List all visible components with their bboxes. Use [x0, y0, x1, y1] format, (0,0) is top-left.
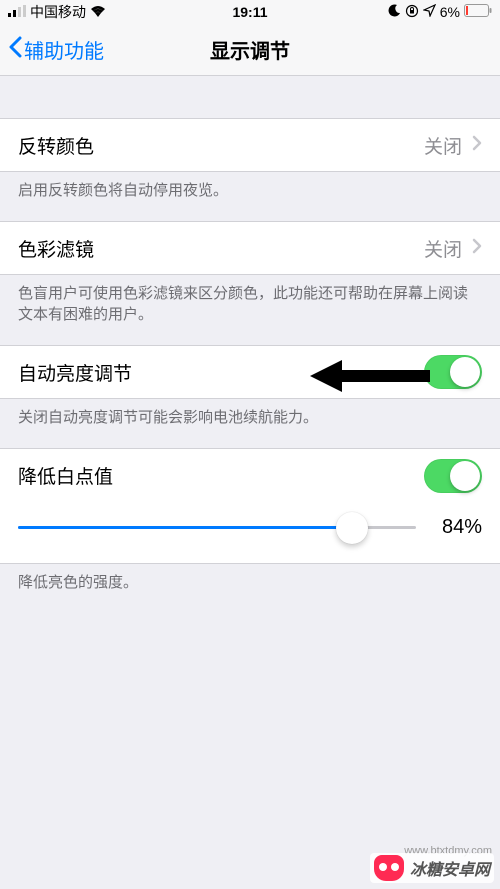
watermark-logo-icon: [374, 855, 404, 881]
nav-bar: 辅助功能 显示调节: [0, 24, 500, 76]
status-time: 19:11: [232, 4, 267, 20]
page-title: 显示调节: [210, 35, 290, 64]
cell-right: 关闭: [424, 235, 482, 262]
cell-label: 降低白点值: [18, 462, 113, 489]
row-invert-colors[interactable]: 反转颜色 关闭: [0, 118, 500, 172]
signal-icon: [8, 4, 26, 20]
back-label: 辅助功能: [24, 35, 104, 64]
lock-rotation-icon: [405, 4, 419, 21]
slider-value: 84%: [430, 516, 482, 539]
status-right: 6%: [388, 4, 492, 21]
battery-pct: 6%: [440, 4, 460, 20]
chevron-left-icon: [8, 36, 22, 64]
watermark: 冰糖安卓网: [370, 853, 494, 883]
white-point-toggle[interactable]: [424, 459, 482, 493]
spacer: [0, 76, 500, 118]
battery-icon: [464, 4, 492, 20]
back-button[interactable]: 辅助功能: [8, 35, 104, 64]
status-bar: 中国移动 19:11 6%: [0, 0, 500, 24]
white-point-slider-row: 84%: [0, 502, 500, 564]
status-left: 中国移动: [8, 2, 106, 22]
watermark-text: 冰糖安卓网: [410, 856, 490, 880]
footer-white-point: 降低亮色的强度。: [0, 564, 500, 613]
wifi-icon: [90, 4, 106, 20]
row-white-point: 降低白点值: [0, 448, 500, 502]
footer-filters: 色盲用户可使用色彩滤镜来区分颜色，此功能还可帮助在屏幕上阅读文本有困难的用户。: [0, 275, 500, 345]
cell-value: 关闭: [424, 132, 462, 159]
slider-thumb[interactable]: [336, 512, 368, 544]
row-auto-brightness: 自动亮度调节: [0, 345, 500, 399]
carrier-label: 中国移动: [30, 2, 86, 22]
footer-invert: 启用反转颜色将自动停用夜览。: [0, 172, 500, 221]
location-icon: [423, 4, 436, 20]
chevron-right-icon: [472, 238, 482, 259]
cell-right: 关闭: [424, 132, 482, 159]
switch-knob: [450, 357, 480, 387]
switch-knob: [450, 461, 480, 491]
cell-label: 自动亮度调节: [18, 359, 132, 386]
row-color-filters[interactable]: 色彩滤镜 关闭: [0, 221, 500, 275]
chevron-right-icon: [472, 135, 482, 156]
white-point-slider[interactable]: [18, 526, 416, 529]
auto-brightness-toggle[interactable]: [424, 355, 482, 389]
footer-auto-brightness: 关闭自动亮度调节可能会影响电池续航能力。: [0, 399, 500, 448]
cell-value: 关闭: [424, 235, 462, 262]
moon-icon: [388, 4, 401, 20]
slider-fill: [18, 526, 352, 529]
cell-label: 色彩滤镜: [18, 235, 94, 262]
cell-label: 反转颜色: [18, 132, 94, 159]
